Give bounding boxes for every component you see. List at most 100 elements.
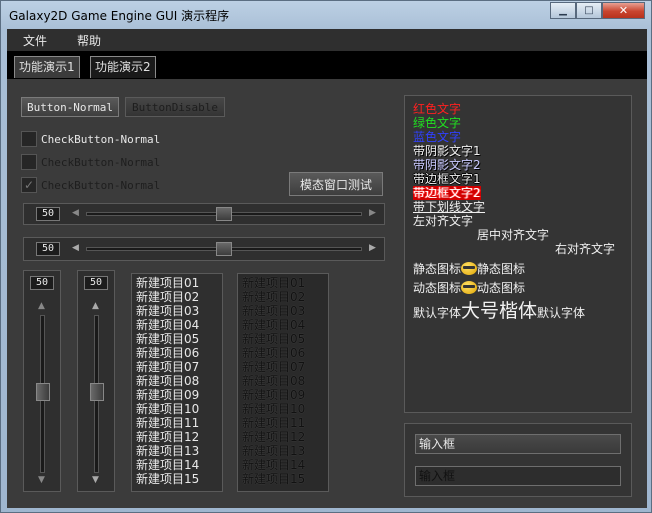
list-item[interactable]: 新建项目13 [136,444,222,458]
default-font-text: 默认字体 [537,306,586,320]
blue-text: 蓝色文字 [413,130,462,144]
menu-help[interactable]: 帮助 [77,32,101,49]
checkbutton-disabled: CheckButton-Normal [21,153,160,171]
slider-thumb[interactable] [216,207,232,221]
app-window: Galaxy2D Game Engine GUI 演示程序 ▁ □ ✕ 文件 帮… [0,0,652,513]
slider-thumb[interactable] [36,383,50,401]
list-item[interactable]: 新建项目12 [136,430,222,444]
vertical-slider-2: 50 ▲ ▼ [77,270,115,492]
listbox-disabled: 新建项目01 新建项目02 新建项目03 新建项目04 新建项目05 新建项目06 新建项目… [237,273,329,492]
checkbutton-checked-disabled: ✓ CheckButton-Normal [21,176,160,194]
arrow-down-icon[interactable]: ▼ [92,475,99,485]
list-item: 新建项目13 [242,444,306,458]
list-item: 新建项目02 [242,290,306,304]
animated-icon-label: 动态图标 [477,281,526,295]
list-item[interactable]: 新建项目05 [136,332,222,346]
slider-thumb[interactable] [90,383,104,401]
large-kaiti-text: 大号楷体 [461,300,538,322]
checkbox-box[interactable] [21,131,37,147]
tab-demo-2[interactable]: 功能演示2 [90,56,156,78]
checkbutton-normal[interactable]: CheckButton-Normal [21,130,160,148]
slider-thumb[interactable] [216,242,232,256]
arrow-right-icon[interactable]: ▶ [369,208,376,218]
checkbox-box [21,154,37,170]
client-area: 文件 帮助 功能演示1 功能演示2 Button-Normal ButtonDi… [7,29,647,508]
list-item[interactable]: 新建项目06 [136,346,222,360]
smiley-sunglasses-icon [461,262,478,275]
close-icon: ✕ [618,4,629,17]
list-item: 新建项目15 [242,472,306,486]
listbox-normal[interactable]: 新建项目01 新建项目02 新建项目03 新建项目04 新建项目05 新建项目06 新建项目… [131,273,223,492]
horizontal-slider-2: 50 ◀ ▶ [23,237,385,261]
arrow-up-icon[interactable]: ▲ [92,301,99,311]
caption-buttons: ▁ □ ✕ [550,2,645,20]
tab-demo-1[interactable]: 功能演示1 [14,56,80,78]
default-font-text: 默认字体 [413,306,462,320]
list-item[interactable]: 新建项目01 [136,276,222,290]
list-item: 新建项目12 [242,430,306,444]
underline-text: 带下划线文字 [413,200,486,214]
shadow-text-1: 带阴影文字1 [413,144,481,158]
menu-bar: 文件 帮助 [7,29,647,51]
close-button[interactable]: ✕ [602,2,645,19]
slider-value: 50 [36,242,60,256]
static-icon-row: 静态图标 静态图标 [413,262,525,276]
list-item[interactable]: 新建项目11 [136,416,222,430]
font-demo-row: 默认字体大号楷体默认字体 [413,299,585,325]
input-field-disabled: 输入框 [415,466,621,486]
minimize-button[interactable]: ▁ [550,2,576,19]
checkmark-icon: ✓ [21,177,37,193]
menu-file[interactable]: 文件 [23,32,47,49]
list-item: 新建项目14 [242,458,306,472]
checkbutton-label: CheckButton-Normal [41,155,161,169]
maximize-icon: □ [584,5,594,16]
slider-value: 50 [30,276,54,290]
list-item: 新建项目04 [242,318,306,332]
vertical-slider-1: 50 ▲ ▼ [23,270,61,492]
list-item[interactable]: 新建项目10 [136,402,222,416]
list-item: 新建项目06 [242,346,306,360]
checkbutton-label: CheckButton-Normal [41,132,161,146]
maximize-button[interactable]: □ [576,2,602,19]
list-item: 新建项目03 [242,304,306,318]
list-item[interactable]: 新建项目02 [136,290,222,304]
border-text-1: 带边框文字1 [413,172,481,186]
list-item[interactable]: 新建项目07 [136,360,222,374]
animated-icon-label: 动态图标 [413,281,462,295]
list-item: 新建项目10 [242,402,306,416]
list-item[interactable]: 新建项目08 [136,374,222,388]
modal-window-test-button[interactable]: 模态窗口测试 [289,172,383,196]
input-field[interactable]: 输入框 [415,434,621,454]
list-item: 新建项目09 [242,388,306,402]
list-item[interactable]: 新建项目14 [136,458,222,472]
slider-value: 50 [84,276,108,290]
list-item[interactable]: 新建项目03 [136,304,222,318]
static-icon-label: 静态图标 [413,262,462,276]
left-aligned-text: 左对齐文字 [413,214,474,228]
minimize-icon: ▁ [559,5,567,16]
text-demo-panel: 红色文字 绿色文字 蓝色文字 带阴影文字1 带阴影文字2 带边框文字1 带边框文… [404,95,632,413]
green-text: 绿色文字 [413,116,462,130]
arrow-left-icon[interactable]: ◀ [72,208,79,218]
arrow-down-icon[interactable]: ▼ [38,475,45,485]
input-panel: 输入框 输入框 [404,423,632,497]
animated-icon-row: 动态图标 动态图标 [413,281,525,295]
arrow-up-icon[interactable]: ▲ [38,301,45,311]
horizontal-slider-1: 50 ◀ ▶ [23,203,385,225]
list-item[interactable]: 新建项目09 [136,388,222,402]
checkbutton-label: CheckButton-Normal [41,178,161,192]
arrow-right-icon[interactable]: ▶ [369,243,376,253]
list-item: 新建项目01 [242,276,306,290]
list-item: 新建项目08 [242,374,306,388]
list-item[interactable]: 新建项目15 [136,472,222,486]
disabled-button: ButtonDisable [125,97,225,117]
window-title: Galaxy2D Game Engine GUI 演示程序 [9,9,230,23]
list-item: 新建项目05 [242,332,306,346]
tab-bar: 功能演示1 功能演示2 [7,51,647,79]
title-bar[interactable]: Galaxy2D Game Engine GUI 演示程序 ▁ □ ✕ [1,1,651,29]
list-item[interactable]: 新建项目04 [136,318,222,332]
normal-button[interactable]: Button-Normal [21,97,119,117]
red-text: 红色文字 [413,102,462,116]
center-aligned-text: 居中对齐文字 [477,228,550,242]
arrow-left-icon[interactable]: ◀ [72,243,79,253]
